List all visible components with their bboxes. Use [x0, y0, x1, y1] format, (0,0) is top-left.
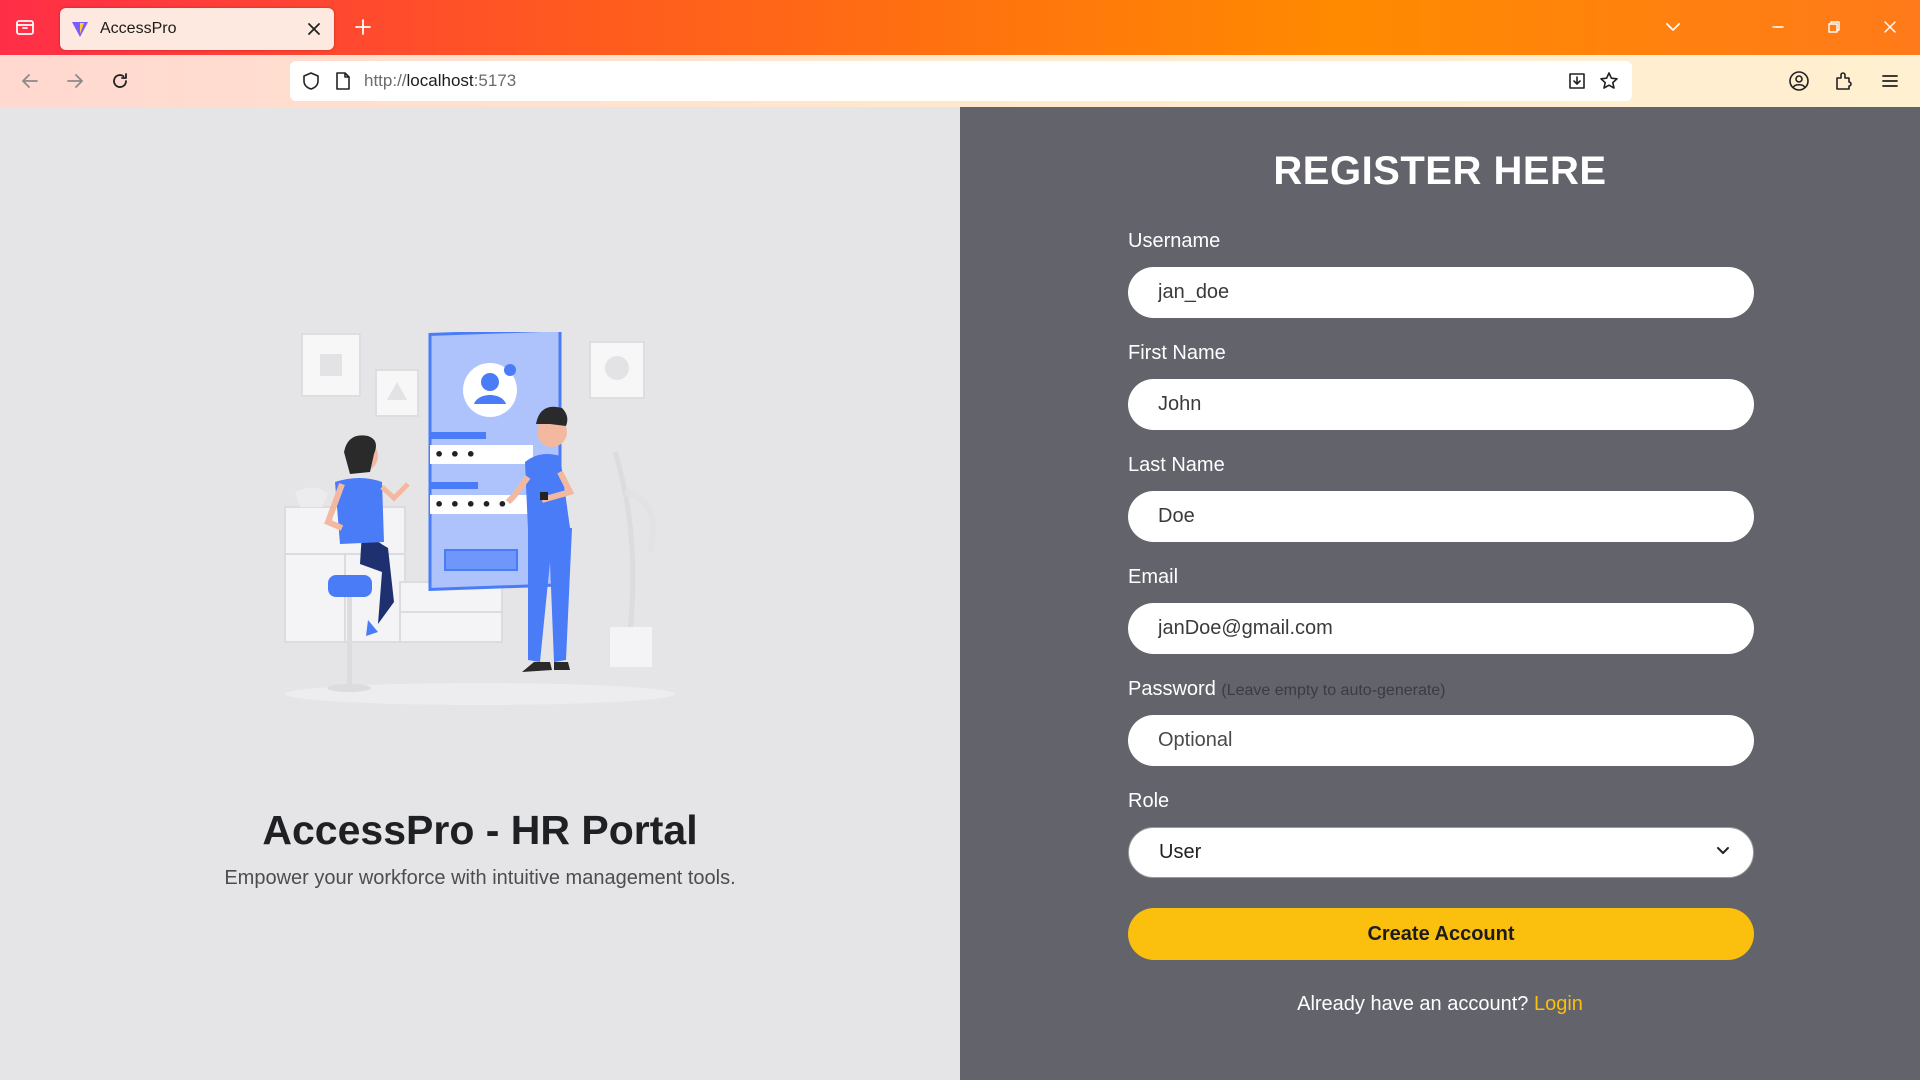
- chevron-down-icon[interactable]: [1658, 12, 1688, 42]
- tab-list-icon[interactable]: [10, 12, 40, 42]
- login-prompt: Already have an account? Login: [960, 993, 1920, 1016]
- app-title: AccessPro - HR Portal: [262, 807, 698, 853]
- email-input[interactable]: [1128, 603, 1754, 654]
- close-window-icon[interactable]: [1868, 8, 1912, 46]
- username-label: Username: [1128, 230, 1221, 252]
- password-input[interactable]: [1128, 715, 1754, 766]
- close-icon[interactable]: [300, 15, 328, 43]
- vite-favicon-icon: [70, 19, 90, 39]
- illustration-password-dots-2: • • • • •: [434, 495, 507, 514]
- chevron-down-icon: [1715, 842, 1731, 863]
- browser-tab-active[interactable]: AccessPro: [60, 8, 334, 50]
- reload-icon[interactable]: [104, 65, 136, 97]
- password-label: Password (Leave empty to auto-generate): [1128, 678, 1446, 701]
- shield-icon[interactable]: [298, 68, 324, 94]
- url-bar[interactable]: http://localhost:5173: [290, 61, 1632, 101]
- last-name-input[interactable]: [1128, 491, 1754, 542]
- create-account-button[interactable]: Create Account: [1128, 908, 1754, 960]
- puzzle-icon[interactable]: [1828, 65, 1860, 97]
- login-illustration: • • • • • • • •: [284, 332, 675, 705]
- register-heading: REGISTER HERE: [1273, 149, 1607, 193]
- browser-nav-bar: http://localhost:5173: [0, 55, 1920, 107]
- url-port: :5173: [473, 71, 517, 90]
- username-input[interactable]: [1128, 267, 1754, 318]
- role-select[interactable]: User: [1128, 827, 1754, 878]
- password-hint: (Leave empty to auto-generate): [1221, 682, 1446, 699]
- minimize-icon[interactable]: [1756, 8, 1800, 46]
- illustration-password-dots-1: • • •: [434, 445, 476, 464]
- password-label-text: Password: [1128, 678, 1216, 700]
- login-prompt-text: Already have an account?: [1297, 993, 1529, 1015]
- app-subtitle: Empower your workforce with intuitive ma…: [224, 867, 736, 889]
- download-icon[interactable]: [1564, 68, 1590, 94]
- email-label: Email: [1128, 566, 1179, 588]
- star-icon[interactable]: [1596, 68, 1622, 94]
- first-name-input[interactable]: [1128, 379, 1754, 430]
- restore-icon[interactable]: [1812, 8, 1856, 46]
- account-icon[interactable]: [1783, 65, 1815, 97]
- role-select-value: User: [1159, 841, 1202, 863]
- login-link[interactable]: Login: [1534, 993, 1583, 1015]
- page-icon[interactable]: [330, 68, 356, 94]
- arrow-left-icon[interactable]: [14, 65, 46, 97]
- url-scheme: http://: [364, 71, 407, 90]
- hero-panel: • • • • • • • • AccessPro - HR Portal Em…: [0, 107, 960, 1080]
- first-name-label: First Name: [1128, 342, 1226, 364]
- url-host: localhost: [406, 71, 474, 90]
- url-text[interactable]: http://localhost:5173: [364, 71, 1564, 91]
- role-label: Role: [1128, 790, 1170, 812]
- tab-title: AccessPro: [100, 20, 177, 37]
- browser-tab-bar: AccessPro: [0, 0, 1920, 55]
- last-name-label: Last Name: [1128, 454, 1225, 476]
- arrow-right-icon[interactable]: [59, 65, 91, 97]
- plus-icon[interactable]: [348, 12, 378, 42]
- hamburger-menu-icon[interactable]: [1874, 65, 1906, 97]
- register-panel: REGISTER HERE Username First Name Last N…: [960, 107, 1920, 1080]
